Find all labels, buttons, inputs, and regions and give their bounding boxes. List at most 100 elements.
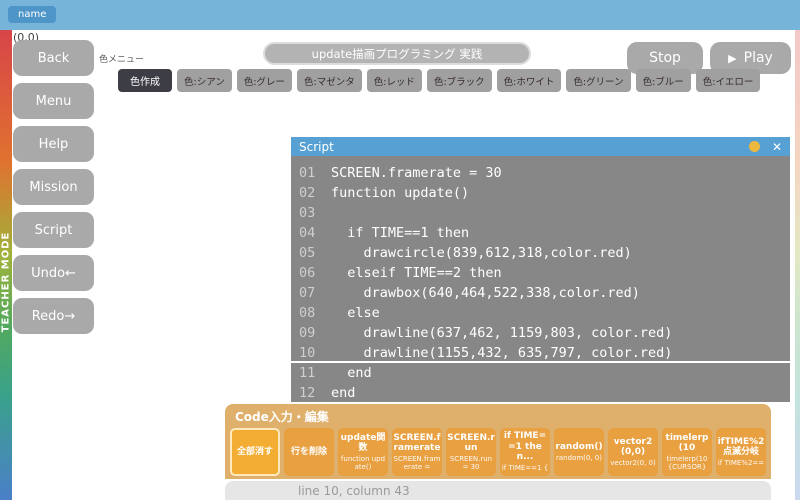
line-number: 05 <box>299 245 316 261</box>
code-button-snippet: timelerp(10 {CURSOR} <box>666 455 708 472</box>
script-window-title: Script <box>299 139 334 154</box>
code-button-label: 全部消す <box>236 446 273 457</box>
code-button-label: ifTIME%2点滅分岐 <box>717 436 765 457</box>
code-text: elseif TIME==2 then <box>331 265 502 281</box>
script-window-header[interactable]: Script ✕ <box>291 137 790 156</box>
script-window: Script ✕ 01 SCREEN.framerate = 30 02 fun… <box>291 137 790 402</box>
code-button-label: SCREEN.run <box>447 432 495 453</box>
code-button-if-time[interactable]: if TIME==1 then... if TIME==1 { <box>500 428 550 476</box>
color-menu: 色作成 色:シアン 色:グレー 色:マゼンタ 色:レッド 色:ブラック 色:ホワ… <box>118 69 761 92</box>
line-number: 06 <box>299 265 316 281</box>
code-text: drawline(637,462, 1159,803, color.red) <box>331 325 673 341</box>
code-button-label: vector2(0,0) <box>613 436 653 457</box>
code-input-panel-title: Code入力・編集 <box>235 410 329 424</box>
code-text: function update() <box>331 185 470 201</box>
code-text: if TIME==1 then <box>331 225 470 241</box>
play-button-label: Play <box>743 50 773 66</box>
top-bar: name <box>0 0 800 30</box>
code-line[interactable]: 09 drawline(637,462, 1159,803, color.red… <box>291 323 790 343</box>
code-line[interactable]: 12 end <box>291 383 790 402</box>
code-line[interactable]: 07 drawbox(640,464,522,338,color.red) <box>291 283 790 303</box>
code-line[interactable]: 03 <box>291 203 790 223</box>
code-button-timelerp[interactable]: timelerp(10 timelerp(10 {CURSOR} <box>662 428 712 476</box>
line-number: 01 <box>299 165 316 181</box>
code-button-label: timelerp(10 <box>665 432 709 453</box>
code-button-time-blink[interactable]: ifTIME%2点滅分岐 if TIME%2== <box>716 428 766 476</box>
code-button-delete-line[interactable]: 行を削除 <box>284 428 334 476</box>
page-title: update描画プログラミング 実践 <box>263 42 531 65</box>
line-number: 09 <box>299 325 316 341</box>
code-button-random[interactable]: random() random(0, 0) <box>554 428 604 476</box>
right-edge-strip <box>795 30 800 500</box>
color-button-red[interactable]: 色:レッド <box>366 69 422 92</box>
code-button-snippet: vector2(0, 0) <box>610 459 656 468</box>
code-button-snippet: if TIME%2== <box>717 459 765 468</box>
code-button-snippet: if TIME==1 { <box>501 464 549 473</box>
code-text: end <box>331 385 356 401</box>
code-button-snippet: random(0, 0) <box>556 454 602 463</box>
code-text: else <box>331 305 380 321</box>
teacher-mode-strip: TEACHER MODE <box>0 30 12 500</box>
color-button-blue[interactable]: 色:ブルー <box>635 69 691 92</box>
minimize-icon[interactable] <box>748 141 760 152</box>
code-button-row: 全部消す 行を削除 update関数 function update() SCR… <box>225 425 771 476</box>
sidebar-button-undo[interactable]: Undo← <box>13 255 94 291</box>
line-number: 11 <box>299 365 316 381</box>
code-line[interactable]: 05 drawcircle(839,612,318,color.red) <box>291 243 790 263</box>
code-button-screen-framerate[interactable]: SCREEN.framerate SCREEN.framerate = <box>392 428 442 476</box>
code-button-label: update関数 <box>340 432 386 453</box>
color-menu-label: 色メニュー <box>99 55 145 65</box>
code-editor[interactable]: 01 SCREEN.framerate = 30 02 function upd… <box>291 156 790 402</box>
color-button-gray[interactable]: 色:グレー <box>236 69 293 92</box>
sidebar-button-redo[interactable]: Redo→ <box>13 298 94 334</box>
code-button-clear-all[interactable]: 全部消す <box>230 428 280 476</box>
color-button-green[interactable]: 色:グリーン <box>566 69 631 92</box>
code-text: drawline(1155,432, 635,797, color.red) <box>331 345 673 361</box>
code-line[interactable]: 01 SCREEN.framerate = 30 <box>291 163 790 183</box>
code-button-screen-run[interactable]: SCREEN.run SCREEN.run = 30 <box>446 428 496 476</box>
color-button-cyan[interactable]: 色:シアン <box>177 69 232 92</box>
color-button-white[interactable]: 色:ホワイト <box>496 69 562 92</box>
code-button-label: if TIME==1 then... <box>503 431 547 463</box>
line-number: 07 <box>299 285 316 301</box>
close-icon[interactable]: ✕ <box>772 141 782 153</box>
code-button-label: random() <box>555 441 603 452</box>
line-number: 02 <box>299 185 316 201</box>
status-bar: line 10, column 43 <box>225 481 771 500</box>
app-screen: name TEACHER MODE (0,0) Back Menu Help M… <box>0 0 800 500</box>
teacher-mode-label: TEACHER MODE <box>0 231 12 333</box>
line-number: 04 <box>299 225 316 241</box>
color-button-yellow[interactable]: 色:イエロー <box>695 69 761 92</box>
line-number: 12 <box>299 385 316 401</box>
code-text: drawbox(640,464,522,338,color.red) <box>331 285 640 301</box>
code-line[interactable]: 06 elseif TIME==2 then <box>291 263 790 283</box>
code-button-update-function[interactable]: update関数 function update() <box>338 428 388 476</box>
code-button-label: 行を削除 <box>290 446 327 457</box>
color-button-black[interactable]: 色:ブラック <box>426 69 492 92</box>
sidebar-button-mission[interactable]: Mission <box>13 169 94 205</box>
sidebar-button-script[interactable]: Script <box>13 212 94 248</box>
sidebar: Back Menu Help Mission Script Undo← Redo… <box>13 40 94 334</box>
sidebar-button-back[interactable]: Back <box>13 40 94 76</box>
color-create-button[interactable]: 色作成 <box>118 69 172 92</box>
code-text: end <box>331 365 372 381</box>
code-text: drawcircle(839,612,318,color.red) <box>331 245 632 261</box>
code-line[interactable]: 08 else <box>291 303 790 323</box>
name-label: name <box>8 6 57 23</box>
code-button-vector2[interactable]: vector2(0,0) vector2(0, 0) <box>608 428 658 476</box>
code-line[interactable]: 10 drawline(1155,432, 635,797, color.red… <box>291 343 790 363</box>
play-icon: ▶ <box>728 51 737 65</box>
text-cursor-line <box>291 361 790 363</box>
code-line[interactable]: 11 end <box>291 363 790 383</box>
code-line[interactable]: 04 if TIME==1 then <box>291 223 790 243</box>
line-number: 10 <box>299 345 316 361</box>
line-number: 03 <box>299 205 316 221</box>
cursor-position-label: line 10, column 43 <box>298 483 410 498</box>
color-button-magenta[interactable]: 色:マゼンタ <box>297 69 362 92</box>
code-button-label: SCREEN.framerate <box>393 432 441 453</box>
sidebar-button-menu[interactable]: Menu <box>13 83 94 119</box>
code-text: SCREEN.framerate = 30 <box>331 165 502 181</box>
code-button-snippet: SCREEN.run = 30 <box>449 455 493 472</box>
code-line[interactable]: 02 function update() <box>291 183 790 203</box>
sidebar-button-help[interactable]: Help <box>13 126 94 162</box>
